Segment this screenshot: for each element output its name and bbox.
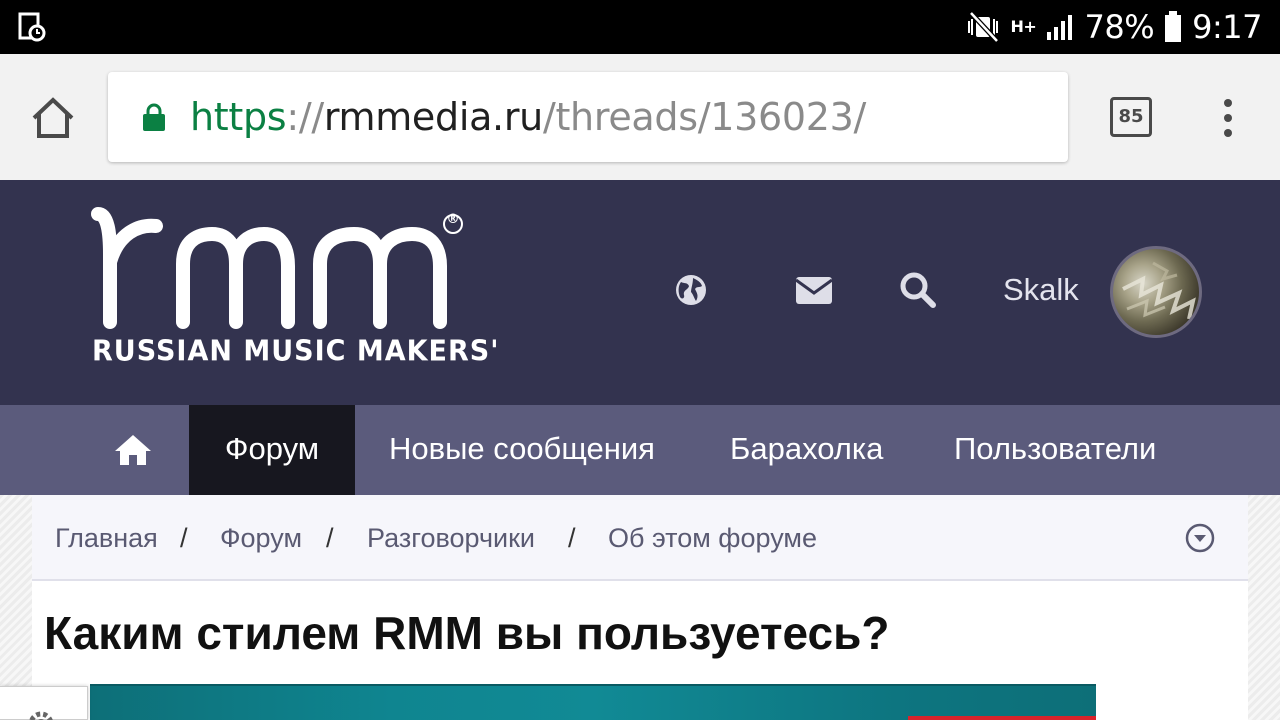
nav-tab-forum[interactable]: Форум	[189, 405, 355, 495]
url-path: /threads/136023/	[542, 95, 866, 139]
search-icon[interactable]	[898, 270, 938, 310]
tab-switcher-button[interactable]: 85	[1110, 97, 1152, 137]
url-separator: ://	[286, 95, 324, 139]
clock: 9:17	[1192, 8, 1262, 46]
battery-percent: 78%	[1084, 8, 1155, 46]
browser-toolbar: https://rmmedia.ru/threads/136023/ 85	[0, 54, 1280, 180]
logo-mark	[91, 207, 463, 329]
nav-tab-new-posts[interactable]: Новые сообщения	[389, 405, 655, 495]
envelope-icon[interactable]	[794, 270, 834, 310]
battery-icon	[1165, 11, 1182, 42]
breadcrumb-home[interactable]: Главная	[55, 521, 158, 555]
breadcrumb-separator: /	[326, 523, 334, 553]
overflow-menu-icon[interactable]	[1212, 96, 1244, 140]
page-title: Каким стилем RMM вы пользуетесь?	[44, 607, 890, 659]
avatar[interactable]	[1110, 246, 1202, 338]
post-image-accent	[908, 716, 1096, 720]
site-logo[interactable]: ® RUSSIAN MUSIC MAKERS'	[88, 204, 498, 379]
vibrate-mute-icon	[967, 11, 999, 43]
network-type: H+	[1010, 17, 1037, 36]
logo-registered: ®	[446, 212, 460, 227]
breadcrumb-chatter[interactable]: Разговорчики	[367, 521, 535, 555]
nav-tab-members[interactable]: Пользователи	[954, 405, 1156, 495]
gear-icon	[29, 711, 53, 720]
post-image	[90, 684, 1096, 720]
notification-icon	[18, 12, 46, 42]
breadcrumb-forum[interactable]: Форум	[220, 521, 302, 555]
logo-tagline: RUSSIAN MUSIC MAKERS'	[92, 335, 500, 368]
lock-icon	[143, 103, 165, 131]
home-icon[interactable]	[30, 96, 76, 140]
signal-icon	[1046, 15, 1072, 40]
url-scheme: https	[190, 95, 287, 139]
style-chooser-tab[interactable]	[0, 686, 88, 720]
username-link[interactable]: Skalk	[1003, 270, 1079, 310]
status-bar: H+ 78% 9:17	[0, 0, 1280, 54]
main-nav: Форум Новые сообщения Барахолка Пользова…	[0, 405, 1280, 495]
nav-tab-marketplace[interactable]: Барахолка	[730, 405, 883, 495]
address-bar[interactable]: https://rmmedia.ru/threads/136023/	[108, 72, 1068, 162]
main-content: Главная / Форум / Разговорчики / Об этом…	[32, 495, 1248, 720]
breadcrumb: Главная / Форум / Разговорчики / Об этом…	[32, 495, 1248, 581]
breadcrumb-about-forum[interactable]: Об этом форуме	[608, 521, 817, 555]
globe-icon[interactable]	[671, 270, 711, 310]
url-host: rmmedia.ru	[323, 95, 543, 139]
chevron-down-icon[interactable]	[1184, 522, 1216, 554]
avatar-image	[1122, 261, 1196, 320]
nav-home-icon[interactable]	[113, 432, 153, 468]
breadcrumb-separator: /	[568, 523, 576, 553]
breadcrumb-separator: /	[180, 523, 188, 553]
site-header: ® RUSSIAN MUSIC MAKERS' Skalk	[0, 180, 1280, 405]
url-text[interactable]: https://rmmedia.ru/threads/136023/	[190, 92, 866, 142]
